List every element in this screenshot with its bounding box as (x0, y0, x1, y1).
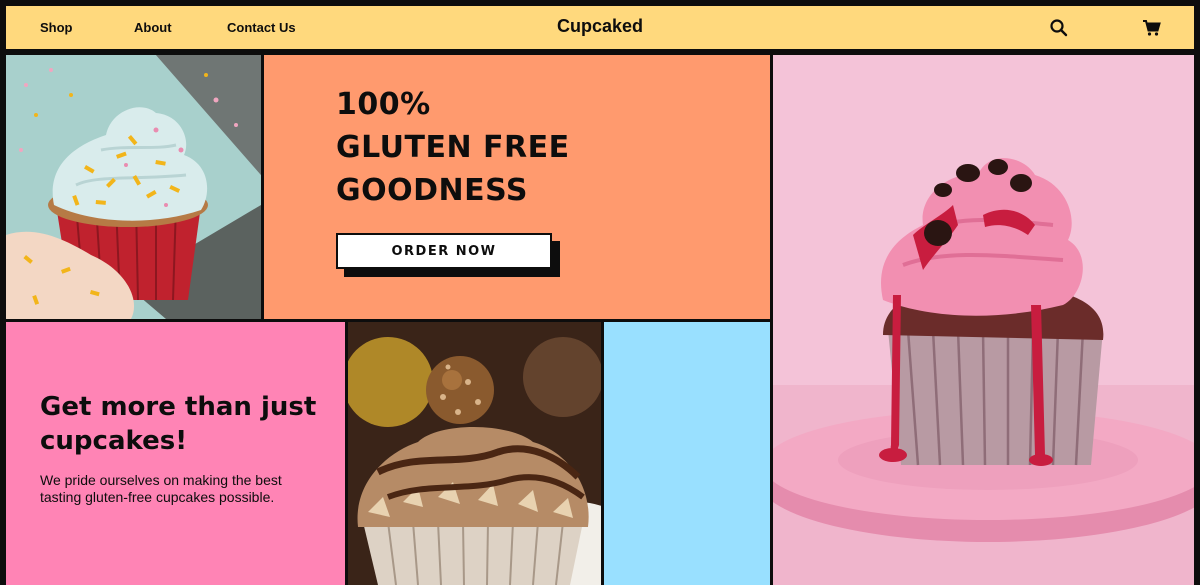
promo-panel: Get more than just cupcakes! We pride ou… (6, 322, 345, 585)
red-velvet-cupcake-photo (773, 55, 1194, 585)
page-frame: Shop About Contact Us Cupcaked 100% GLUT… (0, 0, 1200, 585)
brand-logo: Cupcaked (556, 16, 644, 36)
hero-title-line: GLUTEN FREE (336, 130, 570, 165)
search-icon[interactable] (1049, 18, 1069, 38)
cart-icon[interactable] (1142, 18, 1162, 38)
order-now-button[interactable]: ORDER NOW (336, 233, 552, 269)
promo-heading: Get more than just cupcakes! (40, 392, 317, 456)
hero-title-line: GOODNESS (336, 173, 528, 208)
hero-title-line: 100% (336, 87, 431, 122)
promo-text: We pride ourselves on making the best ta… (40, 472, 282, 505)
sprinkle-cupcake-photo (6, 55, 261, 319)
chocolate-hazelnut-cupcake-photo (348, 322, 601, 585)
nav-link-contact[interactable]: Contact Us (227, 20, 296, 35)
nav-link-shop[interactable]: Shop (40, 20, 73, 35)
hero-title: 100% GLUTEN FREE GOODNESS (336, 83, 570, 212)
nav-link-about[interactable]: About (134, 20, 172, 35)
hero-panel: 100% GLUTEN FREE GOODNESS ORDER NOW (264, 55, 770, 319)
decorative-blue-block (604, 322, 770, 585)
top-nav: Shop About Contact Us Cupcaked (6, 6, 1194, 49)
